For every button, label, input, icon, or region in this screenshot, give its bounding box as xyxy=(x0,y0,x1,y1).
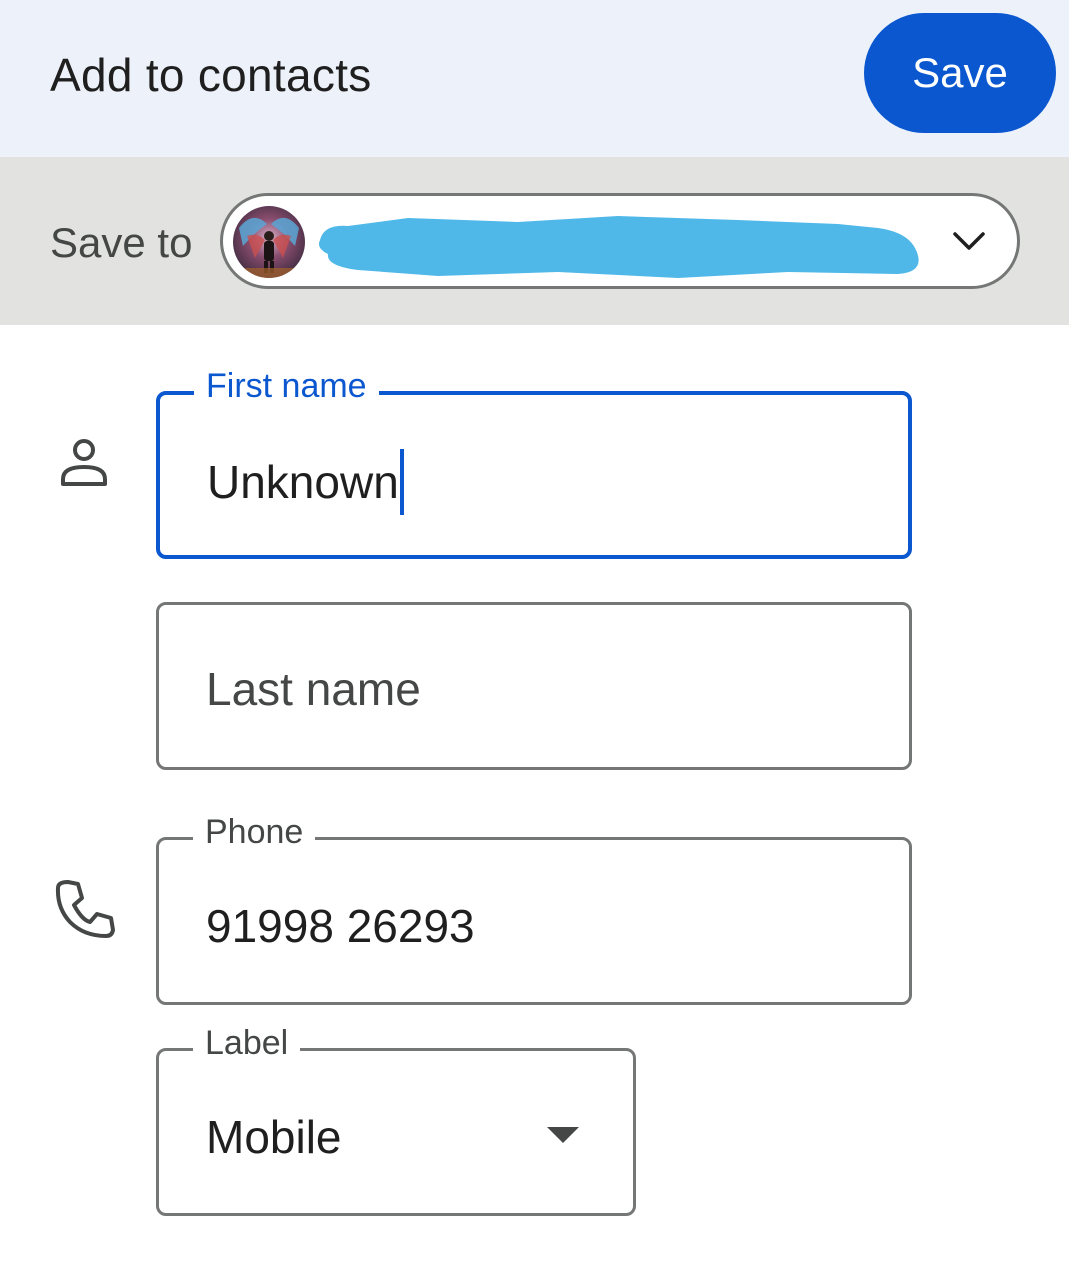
account-selector[interactable] xyxy=(220,193,1020,289)
first-name-value: Unknown xyxy=(207,449,404,519)
page-title: Add to contacts xyxy=(50,49,372,101)
text-cursor xyxy=(399,449,404,515)
phone-type-select[interactable]: Label Mobile xyxy=(156,1021,636,1216)
save-button[interactable]: Save xyxy=(864,13,1056,133)
redacted-account-name xyxy=(319,216,919,278)
phone-value: 91998 26293 xyxy=(206,900,475,952)
avatar xyxy=(233,206,305,278)
phone-label: Phone xyxy=(193,810,316,854)
phone-icon xyxy=(55,880,115,938)
top-app-bar: Add to contacts Save xyxy=(0,0,1069,157)
first-name-field[interactable]: First name Unknown xyxy=(156,364,912,559)
add-contact-screen: Add to contacts Save Save to First name … xyxy=(0,0,1069,1272)
phone-type-value: Mobile xyxy=(206,1111,342,1163)
chevron-down-icon xyxy=(953,232,985,250)
last-name-field[interactable]: Last name xyxy=(156,602,912,770)
person-icon xyxy=(61,439,107,486)
phone-type-label: Label xyxy=(193,1021,301,1065)
save-to-label: Save to xyxy=(50,219,193,266)
save-to-bar: Save to xyxy=(0,157,1069,325)
last-name-placeholder: Last name xyxy=(206,663,421,715)
phone-field[interactable]: Phone 91998 26293 xyxy=(156,810,912,1005)
first-name-label: First name xyxy=(194,364,379,408)
dropdown-arrow-icon xyxy=(547,1127,579,1143)
